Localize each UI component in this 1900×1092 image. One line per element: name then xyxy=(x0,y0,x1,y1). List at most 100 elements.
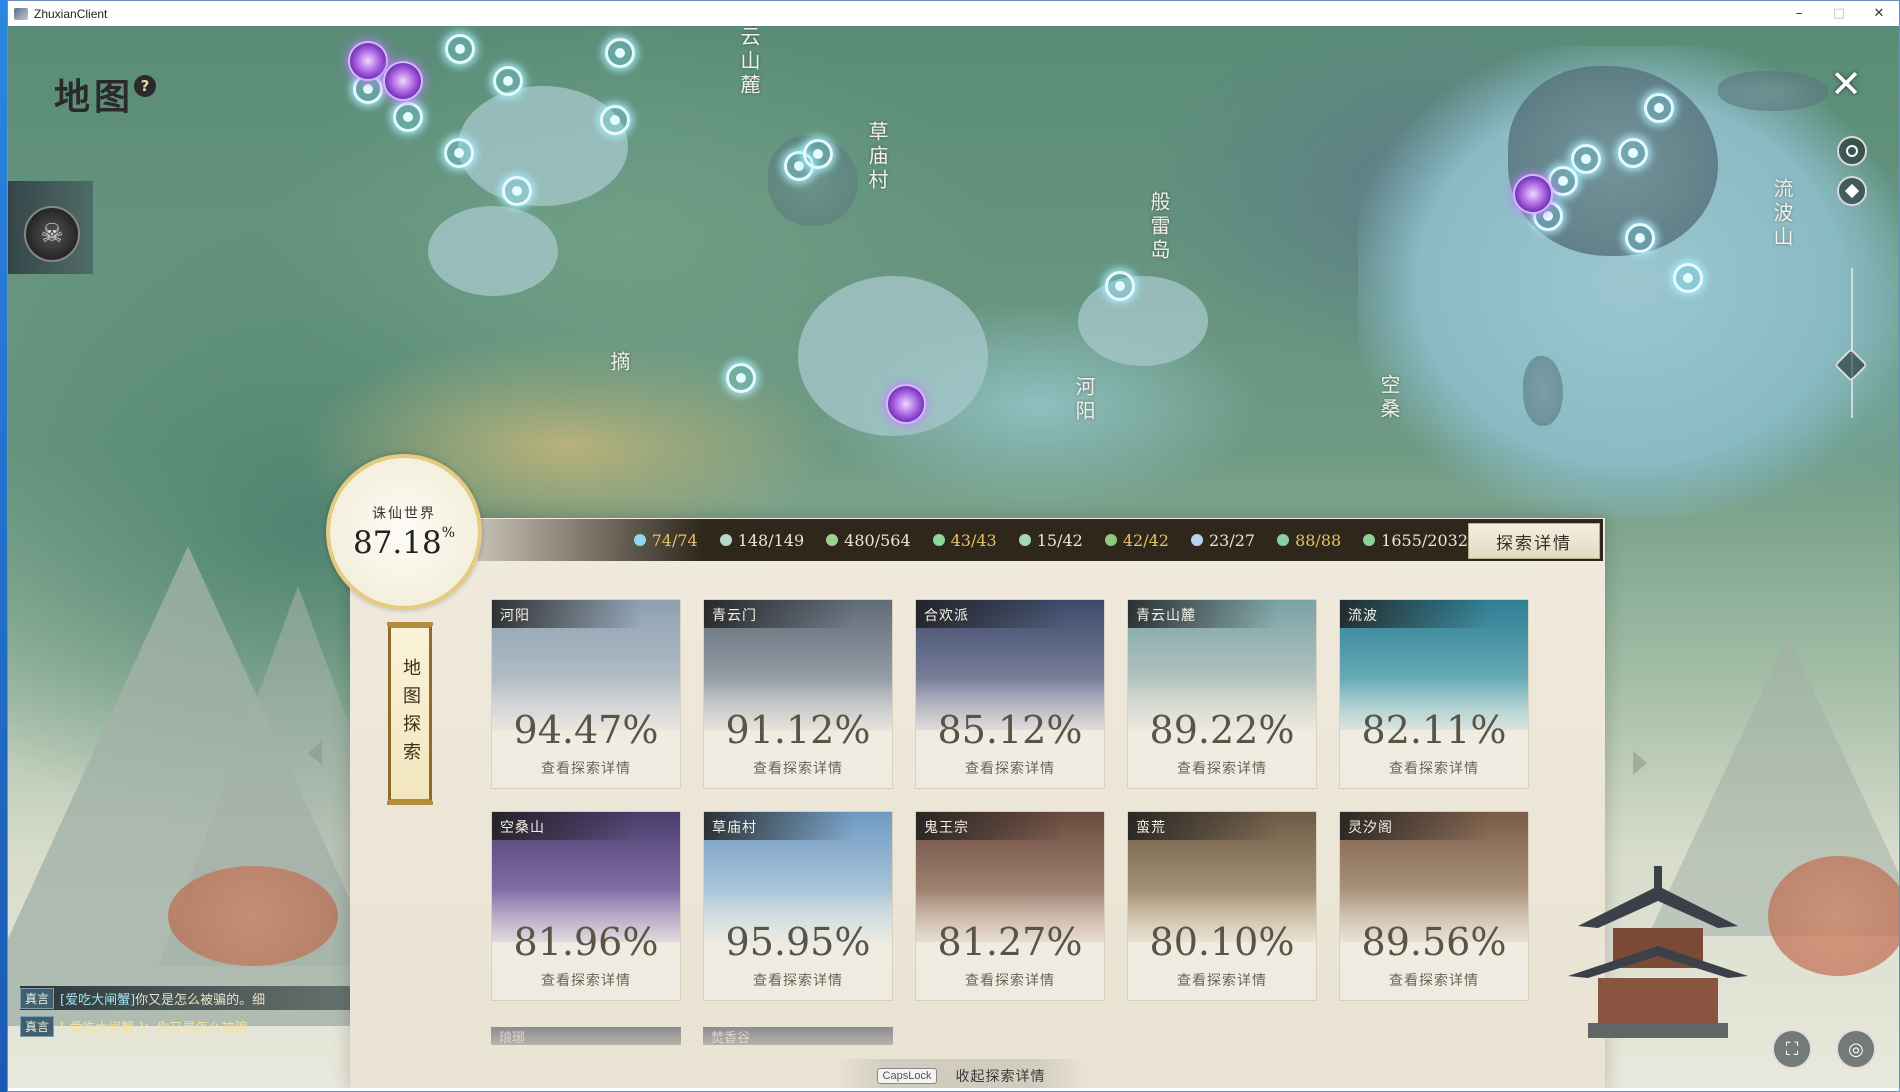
compass-icon[interactable] xyxy=(1837,136,1867,166)
portal-icon[interactable] xyxy=(1513,174,1553,214)
location-pin-icon[interactable] xyxy=(1837,176,1867,206)
next-page-arrow[interactable] xyxy=(1633,751,1647,775)
question-icon[interactable]: ? xyxy=(134,75,156,97)
area-name: 蛮荒 xyxy=(1128,812,1278,840)
map-exploration-tab[interactable]: 地图探索 xyxy=(387,622,433,805)
area-card[interactable]: 河阳 94.47% 查看探索详情 xyxy=(491,599,681,789)
herb-icon xyxy=(1104,534,1117,546)
bird-icon xyxy=(1190,534,1203,546)
area-card[interactable]: 青云山麓 89.22% 查看探索详情 xyxy=(1127,599,1317,789)
view-details-link[interactable]: 查看探索详情 xyxy=(704,758,892,778)
waypoint-icon[interactable] xyxy=(600,105,630,135)
view-details-link[interactable]: 查看探索详情 xyxy=(492,758,680,778)
area-card[interactable]: 鬼王宗 81.27% 查看探索详情 xyxy=(915,811,1105,1001)
stat-item: 74/74 xyxy=(633,531,698,550)
portal-icon[interactable] xyxy=(383,61,423,101)
world-progress-medal: 诛仙世界 87.18% xyxy=(326,454,482,610)
waypoint-icon[interactable] xyxy=(493,66,523,96)
swirl-icon xyxy=(1018,534,1031,546)
stat-value: 148/149 xyxy=(737,530,805,550)
waypoint-icon[interactable] xyxy=(1105,271,1135,301)
portal-icon[interactable] xyxy=(348,41,388,81)
close-map-button[interactable]: ✕ xyxy=(1826,64,1866,104)
lake xyxy=(458,86,628,206)
area-card[interactable]: 青云门 91.12% 查看探索详情 xyxy=(703,599,893,789)
view-details-link[interactable]: 查看探索详情 xyxy=(916,970,1104,990)
collapse-details-bar[interactable]: CapsLock 收起探索详情 xyxy=(836,1059,1086,1088)
stat-item: 480/564 xyxy=(826,531,911,550)
area-name: 合欢派 xyxy=(916,600,1066,628)
waypoint-icon[interactable] xyxy=(393,102,423,132)
fullscreen-icon[interactable]: ⛶ xyxy=(1772,1029,1812,1069)
minimize-button[interactable]: – xyxy=(1779,1,1819,26)
stat-value: 43/43 xyxy=(950,530,997,550)
waypoint-icon[interactable] xyxy=(803,139,833,169)
waypoint-icon[interactable] xyxy=(605,38,635,68)
area-card[interactable]: 空桑山 81.96% 查看探索详情 xyxy=(491,811,681,1001)
chat-message[interactable]: 真言 [ 爱吃大闸蟹 ] ：你又是怎么被骗 xyxy=(20,1014,350,1038)
world-percent: 87.18% xyxy=(352,525,456,561)
region-label: 摘 xyxy=(607,351,631,375)
pagoda-illustration xyxy=(1568,866,1748,1038)
autumn-tree xyxy=(1768,856,1899,976)
demon-mask-icon[interactable]: ☠ xyxy=(24,206,80,262)
area-card[interactable]: 流波 82.11% 查看探索详情 xyxy=(1339,599,1529,789)
waypoint-icon[interactable] xyxy=(445,34,475,64)
waypoint-icon[interactable] xyxy=(726,363,756,393)
area-card[interactable]: 蛮荒 80.10% 查看探索详情 xyxy=(1127,811,1317,1001)
area-name: 草庙村 xyxy=(704,812,854,840)
stat-item: 88/88 xyxy=(1277,531,1341,550)
view-details-link[interactable]: 查看探索详情 xyxy=(1340,970,1528,990)
waypoint-icon[interactable] xyxy=(1673,263,1703,293)
region-label: 草庙村 xyxy=(865,121,889,193)
stat-value: 42/42 xyxy=(1122,530,1169,550)
waypoint-icon[interactable] xyxy=(444,138,474,168)
window-close-button[interactable]: ✕ xyxy=(1859,1,1899,26)
view-details-link[interactable]: 查看探索详情 xyxy=(1128,970,1316,990)
locate-icon[interactable]: ◎ xyxy=(1836,1029,1876,1069)
prev-page-arrow[interactable] xyxy=(308,741,322,765)
game-viewport: 云山麓 草庙村 般雷岛 流波山 河阳 空桑 摘 地图 ? ✕ ☠ 74/74 1… xyxy=(8,26,1899,1088)
area-percent: 81.27% xyxy=(937,920,1083,964)
region-label: 般雷岛 xyxy=(1147,191,1171,263)
view-details-link[interactable]: 查看探索详情 xyxy=(916,758,1104,778)
area-percent: 95.95% xyxy=(725,920,871,964)
view-details-link[interactable]: 查看探索详情 xyxy=(492,970,680,990)
waypoint-icon[interactable] xyxy=(1571,144,1601,174)
stat-value: 23/27 xyxy=(1208,530,1256,550)
area-percent: 85.12% xyxy=(937,708,1083,752)
area-card-partial[interactable]: 焚香谷 xyxy=(703,1027,893,1045)
stat-value: 1655/2032 xyxy=(1381,530,1468,550)
leaf-icon xyxy=(826,534,839,546)
waypoint-icon[interactable] xyxy=(1618,138,1648,168)
area-percent: 91.12% xyxy=(725,708,871,752)
waypoint-icon[interactable] xyxy=(1644,93,1674,123)
collapse-label: 收起探索详情 xyxy=(955,1069,1046,1085)
capslock-key-hint: CapsLock xyxy=(876,1068,938,1084)
waypoint-icon[interactable] xyxy=(502,176,532,206)
waypoint-icon[interactable] xyxy=(1625,223,1655,253)
view-details-link[interactable]: 查看探索详情 xyxy=(704,970,892,990)
view-details-link[interactable]: 查看探索详情 xyxy=(1128,758,1316,778)
region-label: 河阳 xyxy=(1072,376,1096,424)
area-card-partial[interactable]: 琅琊 xyxy=(491,1027,681,1045)
region-label: 流波山 xyxy=(1770,178,1794,250)
spirit-icon xyxy=(932,534,945,546)
view-details-link[interactable]: 查看探索详情 xyxy=(1340,758,1528,778)
waypoint-icon xyxy=(633,534,646,546)
region-label: 空桑 xyxy=(1377,374,1401,422)
island xyxy=(1718,71,1828,111)
area-name: 灵汐阁 xyxy=(1340,812,1490,840)
exploration-detail-button[interactable]: 探索详情 xyxy=(1468,523,1600,559)
app-icon xyxy=(14,7,28,20)
stat-value: 88/88 xyxy=(1295,530,1342,550)
chat-message[interactable]: 真言 [爱吃大闸蟹] 你又是怎么被骗的。细 xyxy=(20,986,350,1010)
portal-icon[interactable] xyxy=(886,384,926,424)
maximize-button[interactable]: □ xyxy=(1819,1,1859,26)
area-card[interactable]: 灵汐阁 89.56% 查看探索详情 xyxy=(1339,811,1529,1001)
area-name: 空桑山 xyxy=(492,812,642,840)
area-card[interactable]: 合欢派 85.12% 查看探索详情 xyxy=(915,599,1105,789)
area-card-grid: 河阳 94.47% 查看探索详情 青云门 91.12% 查看探索详情 合欢派 85.12% 查看… xyxy=(491,599,1529,1001)
zoom-slider[interactable] xyxy=(1851,268,1853,418)
area-card[interactable]: 草庙村 95.95% 查看探索详情 xyxy=(703,811,893,1001)
